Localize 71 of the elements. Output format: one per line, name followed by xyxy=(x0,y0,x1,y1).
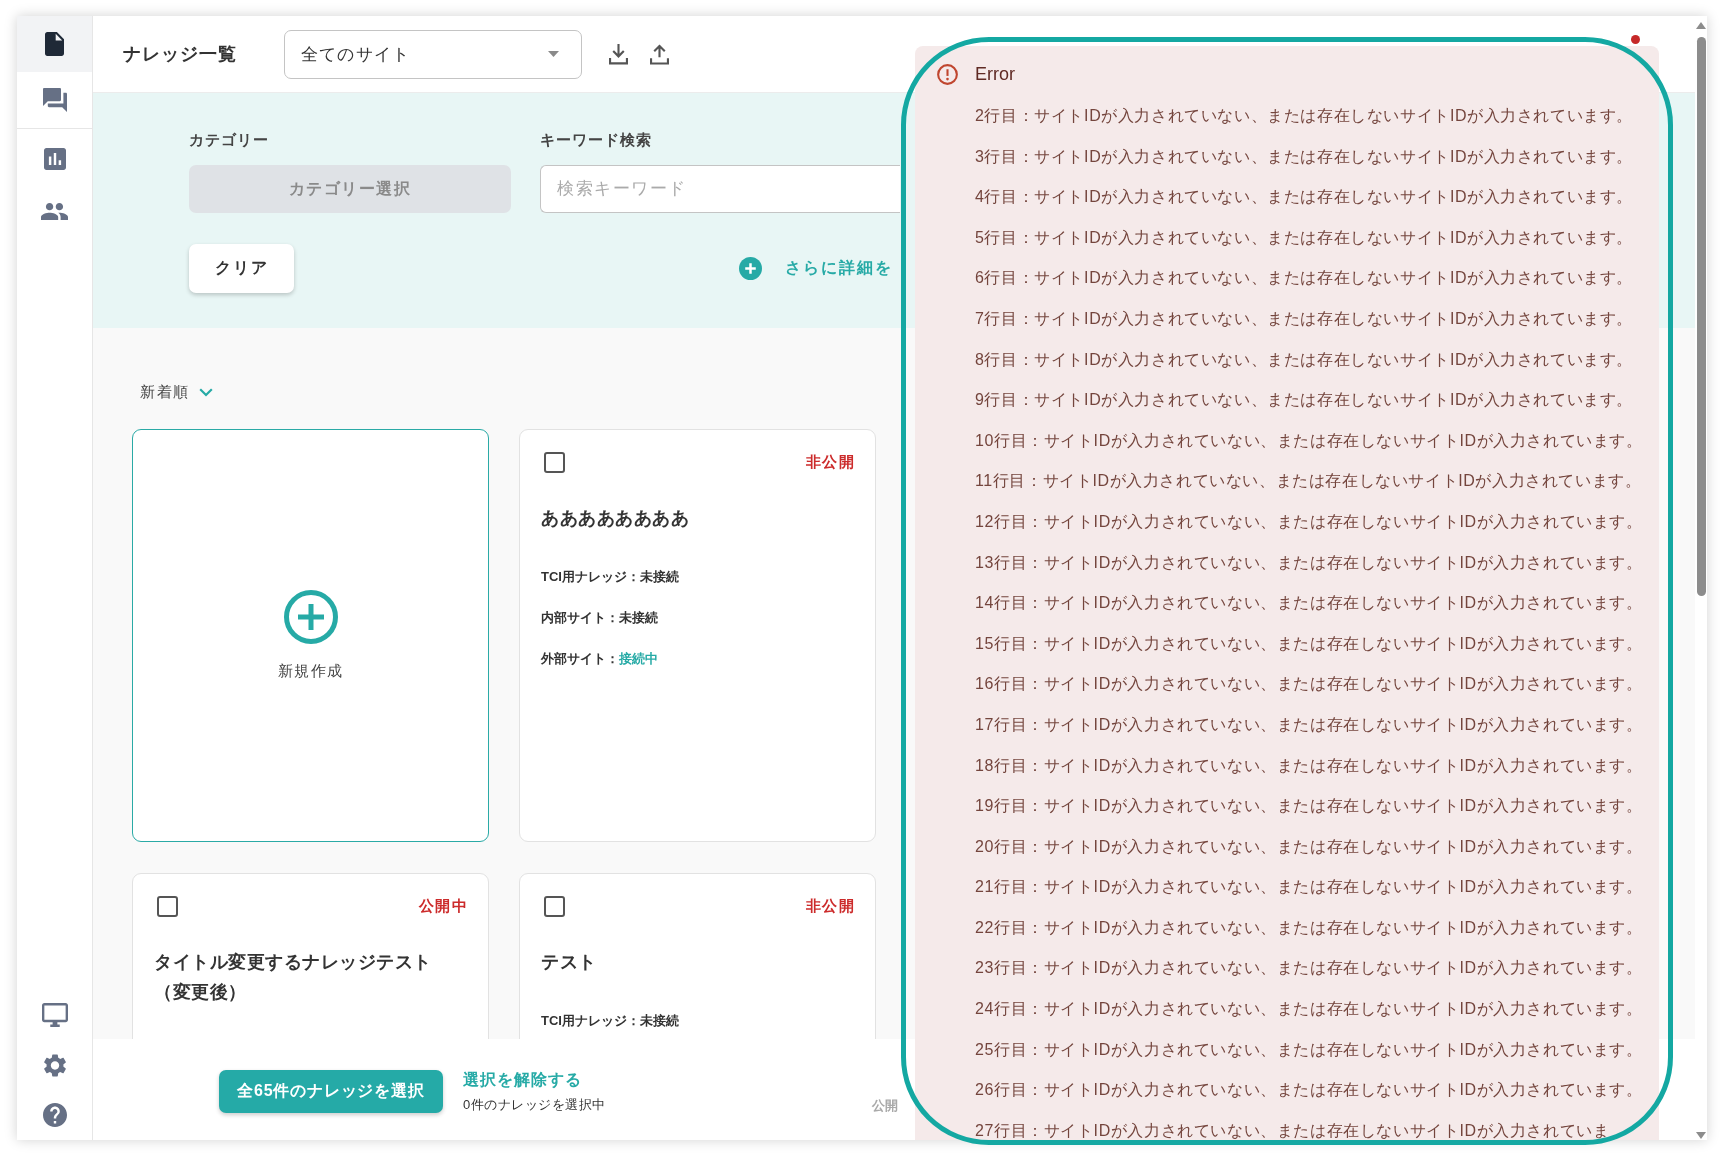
status-label: 公開中 xyxy=(418,897,468,916)
knowledge-card[interactable]: 非公開 テスト TCI用ナレッジ：未接続 xyxy=(519,873,876,1039)
error-message: 19行目：サイトIDが入力されていない、または存在しないサイトIDが入力されています。 xyxy=(975,796,1643,817)
error-message: 11行目：サイトIDが入力されていない、または存在しないサイトIDが入力されています。 xyxy=(975,471,1642,492)
error-message: 21行目：サイトIDが入力されていない、または存在しないサイトIDが入力されています。 xyxy=(975,877,1643,898)
error-message: 13行目：サイトIDが入力されていない、または存在しないサイトIDが入力されています。 xyxy=(975,552,1643,573)
status-label: 非公開 xyxy=(805,897,855,916)
error-message: 27行目：サイトIDが入力されていない、または存在しないサイトIDが入力されていま xyxy=(975,1120,1610,1140)
checkbox[interactable] xyxy=(544,896,565,917)
error-message: 20行目：サイトIDが入力されていない、または存在しないサイトIDが入力されています。 xyxy=(975,836,1643,857)
card-title: テスト xyxy=(541,951,597,974)
error-message: 22行目：サイトIDが入力されていない、または存在しないサイトIDが入力されています。 xyxy=(975,917,1643,938)
error-message: 15行目：サイトIDが入力されていない、または存在しないサイトIDが入力されています。 xyxy=(975,633,1643,654)
error-message: 10行目：サイトIDが入力されていない、または存在しないサイトIDが入力されています。 xyxy=(975,430,1643,451)
connection-status: TCI用ナレッジ：未接続 xyxy=(541,568,679,586)
sidebar-item[interactable] xyxy=(17,16,92,72)
error-message: 2行目：サイトIDが入力されていない、または存在しないサイトIDが入力されています。 xyxy=(975,106,1634,126)
plus-circle-icon xyxy=(283,590,338,644)
upload-icon[interactable] xyxy=(650,43,669,65)
error-message: 3行目：サイトIDが入力されていない、または存在しないサイトIDが入力されています。 xyxy=(975,146,1634,167)
alert-title: Error xyxy=(975,64,1015,85)
error-message: 8行目：サイトIDが入力されていない、または存在しないサイトIDが入力されています。 xyxy=(975,349,1634,370)
error-message: 7行目：サイトIDが入力されていない、または存在しないサイトIDが入力されています。 xyxy=(975,308,1634,329)
scrollbar-thumb[interactable] xyxy=(1696,37,1706,596)
connection-status: 内部サイト：未接続 xyxy=(541,609,658,627)
selection-count: 0件のナレッジを選択中 xyxy=(463,1096,606,1114)
error-icon xyxy=(937,64,958,85)
people-icon xyxy=(41,202,68,220)
document-icon xyxy=(45,32,64,56)
settings-icon[interactable] xyxy=(43,1053,66,1077)
error-message: 25行目：サイトIDが入力されていない、または存在しないサイトIDが入力されています。 xyxy=(975,1039,1643,1060)
error-message: 14行目：サイトIDが入力されていない、または存在しないサイトIDが入力されています。 xyxy=(975,593,1643,614)
filter-label: カテゴリー xyxy=(189,130,269,150)
caret-down-icon xyxy=(548,51,559,57)
filter-label: キーワード検索 xyxy=(540,130,652,150)
chevron-down-icon xyxy=(198,387,213,397)
bar-chart-icon xyxy=(43,148,66,170)
error-message: 23行目：サイトIDが入力されていない、または存在しないサイトIDが入力されています。 xyxy=(975,958,1643,979)
error-message: 24行目：サイトIDが入力されていない、または存在しないサイトIDが入力されています。 xyxy=(975,999,1643,1020)
knowledge-card[interactable]: 公開中 タイトル変更するナレッジテスト（変更後） xyxy=(132,873,489,1039)
error-message: 4行目：サイトIDが入力されていない、または存在しないサイトIDが入力されています。 xyxy=(975,187,1634,208)
faded-label: 公開 xyxy=(872,1097,898,1115)
site-select[interactable]: 全てのサイト xyxy=(284,29,582,79)
card-title: ああああああああ xyxy=(541,507,689,530)
error-message: 18行目：サイトIDが入力されていない、または存在しないサイトIDが入力されています。 xyxy=(975,755,1643,776)
up-arrow-icon[interactable] xyxy=(1696,22,1706,29)
error-message: 9行目：サイトIDが入力されていない、または存在しないサイトIDが入力されています。 xyxy=(975,390,1634,411)
error-message: 12行目：サイトIDが入力されていない、または存在しないサイトIDが入力されています。 xyxy=(975,511,1643,532)
clear-button[interactable]: クリア xyxy=(189,244,294,293)
down-arrow-icon[interactable] xyxy=(1696,1132,1706,1139)
checkbox[interactable] xyxy=(544,452,565,473)
connection-status: 外部サイト：接続中 xyxy=(541,650,658,668)
error-message: 6行目：サイトIDが入力されていない、または存在しないサイトIDが入力されています。 xyxy=(975,268,1634,289)
plus-circle-icon xyxy=(739,257,762,280)
error-message: 17行目：サイトIDが入力されていない、または存在しないサイトIDが入力されています。 xyxy=(975,714,1643,735)
error-message: 26行目：サイトIDが入力されていない、または存在しないサイトIDが入力されています。 xyxy=(975,1080,1643,1101)
knowledge-card[interactable]: 非公開 ああああああああ TCI用ナレッジ：未接続 内部サイト：未接続 外部サイト：接続中 xyxy=(519,429,876,842)
card-title: タイトル変更するナレッジテスト（変更後） xyxy=(154,951,433,1004)
error-message: 5行目：サイトIDが入力されていない、または存在しないサイトIDが入力されています。 xyxy=(975,227,1634,248)
new-card[interactable]: 新規作成 xyxy=(132,429,489,842)
download-icon[interactable] xyxy=(609,43,628,65)
sort-dropdown[interactable]: 新着順 xyxy=(140,382,213,402)
page-title: ナレッジ一覧 xyxy=(123,43,237,66)
search-field[interactable]: 検索キーワード xyxy=(540,165,900,213)
status-label: 非公開 xyxy=(805,453,855,472)
chat-icon xyxy=(42,88,67,112)
monitor-icon[interactable] xyxy=(41,1003,68,1027)
checkbox[interactable] xyxy=(157,896,178,917)
connection-status: TCI用ナレッジ：未接続 xyxy=(541,1012,679,1030)
help-icon[interactable] xyxy=(42,1103,67,1127)
error-message: 16行目：サイトIDが入力されていない、または存在しないサイトIDが入力されています。 xyxy=(975,674,1643,695)
